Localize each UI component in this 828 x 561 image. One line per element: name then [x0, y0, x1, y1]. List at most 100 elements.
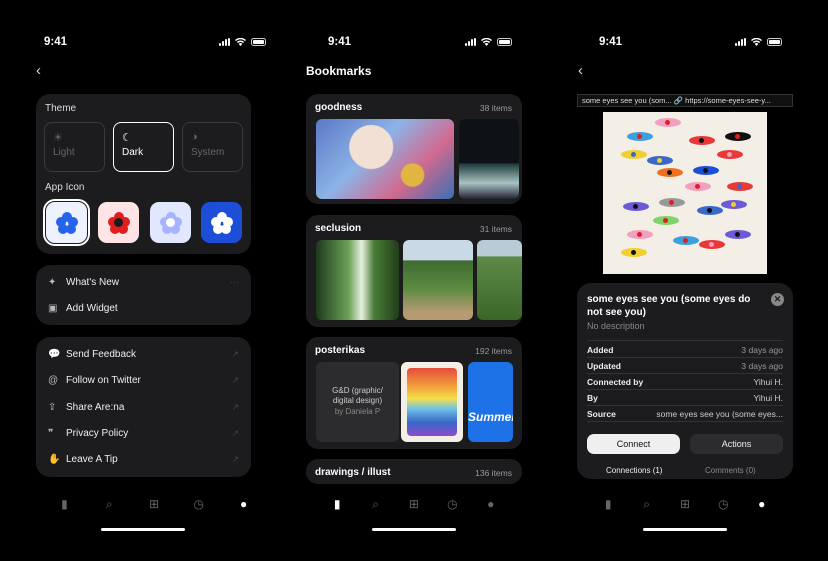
- whats-new-card: ✦ What's New ··· ▣ Add Widget: [36, 265, 251, 325]
- app-icon-lavender-flower[interactable]: [150, 202, 191, 243]
- settings-screen: 9:41 ‹ Theme ☀ Light ☾ Dark ◑ System App…: [36, 0, 272, 561]
- connect-button[interactable]: Connect: [587, 434, 680, 454]
- bookmark-tab-icon[interactable]: ▮: [327, 496, 347, 512]
- at-icon: @: [48, 374, 59, 386]
- ellipsis-icon: ···: [230, 277, 239, 287]
- back-chevron-icon[interactable]: ‹: [36, 62, 41, 79]
- url-bar[interactable]: some eyes see you (som... 🔗 https://some…: [577, 94, 793, 107]
- arrow-up-right-icon: ↗: [231, 374, 239, 385]
- search-tab-icon[interactable]: ⌕: [99, 496, 119, 512]
- block-title: some eyes see you (some eyes do not see …: [587, 294, 751, 318]
- collection-thumbnail: Summer: [468, 362, 513, 442]
- back-chevron-icon[interactable]: ‹: [578, 62, 583, 79]
- menu-item-add-widget[interactable]: ▣ Add Widget: [36, 295, 251, 321]
- hand-icon: ✋: [48, 453, 61, 465]
- add-tab-icon[interactable]: ⊞: [675, 496, 695, 512]
- tab-comments[interactable]: Comments (0): [705, 466, 756, 475]
- menu-item-whats-new[interactable]: ✦ What's New ···: [36, 269, 251, 295]
- appearance-card: Theme ☀ Light ☾ Dark ◑ System App Icon: [36, 94, 251, 254]
- status-bar: 9:41: [296, 36, 532, 50]
- add-tab-icon[interactable]: ⊞: [404, 496, 424, 512]
- tab-bar: ▮ ⌕ ⊞ ◷ ●: [306, 496, 522, 512]
- signal-icon: [219, 38, 230, 46]
- collection-thumbnail: [477, 240, 522, 320]
- theme-label: Theme: [45, 103, 77, 114]
- battery-icon: [251, 38, 266, 46]
- collection-name: goodness: [315, 102, 363, 113]
- app-icon-blue-flower[interactable]: [43, 199, 90, 246]
- sparkle-icon: ✦: [48, 276, 57, 288]
- status-bar: 9:41: [566, 36, 802, 50]
- search-tab-icon[interactable]: ⌕: [637, 496, 657, 512]
- wifi-icon: [235, 38, 246, 46]
- collection-seclusion[interactable]: seclusion 31 items: [306, 215, 522, 327]
- tab-bar: ▮ ⌕ ⊞ ◷ ●: [30, 496, 278, 512]
- collection-count: 38 items: [479, 103, 512, 113]
- menu-item-follow-twitter[interactable]: @ Follow on Twitter ↗: [36, 367, 251, 393]
- search-tab-icon[interactable]: ⌕: [366, 496, 386, 512]
- home-indicator: [643, 528, 727, 531]
- app-icon-red-flower[interactable]: [98, 202, 139, 243]
- flower-icon: [55, 211, 78, 234]
- menu-item-send-feedback[interactable]: 💬 Send Feedback ↗: [36, 341, 251, 367]
- collection-name: drawings / illust: [315, 467, 391, 478]
- flower-icon: [107, 211, 130, 234]
- arrow-up-right-icon: ↗: [231, 453, 239, 464]
- collection-name: posterikas: [315, 345, 366, 356]
- clock-tab-icon[interactable]: ◷: [713, 496, 733, 512]
- theme-option-system[interactable]: ◑ System: [182, 122, 243, 172]
- collection-goodness[interactable]: goodness 38 items: [306, 94, 522, 204]
- menu-item-leave-tip[interactable]: ✋ Leave A Tip ↗: [36, 446, 251, 472]
- collection-drawings[interactable]: drawings / illust 136 items: [306, 459, 522, 484]
- profile-tab-icon[interactable]: ●: [234, 496, 254, 512]
- collection-count: 136 items: [475, 468, 512, 478]
- actions-button[interactable]: Actions: [690, 434, 783, 454]
- signal-icon: [465, 38, 476, 46]
- theme-option-light[interactable]: ☀ Light: [44, 122, 105, 172]
- profile-tab-icon[interactable]: ●: [481, 496, 501, 512]
- sun-icon: ☀: [53, 132, 63, 144]
- collection-thumbnail: [403, 240, 473, 320]
- collection-name: seclusion: [315, 223, 362, 234]
- bookmark-tab-icon[interactable]: ▮: [54, 496, 74, 512]
- status-bar: 9:41: [22, 36, 286, 50]
- arrow-up-right-icon: ↗: [231, 348, 239, 359]
- close-icon[interactable]: ✕: [771, 293, 784, 306]
- chat-bubble-icon: 💬: [48, 348, 61, 360]
- block-description: No description: [587, 321, 645, 331]
- status-time: 9:41: [328, 36, 352, 48]
- app-icon-white-flower[interactable]: [201, 202, 242, 243]
- theme-option-dark[interactable]: ☾ Dark: [113, 122, 174, 172]
- home-indicator: [372, 528, 456, 531]
- moon-icon: ☾: [122, 132, 132, 144]
- wifi-icon: [751, 38, 762, 46]
- signal-icon: [735, 38, 746, 46]
- support-card: 💬 Send Feedback ↗ @ Follow on Twitter ↗ …: [36, 337, 251, 477]
- share-icon: ⇪: [48, 401, 57, 413]
- bookmark-tab-icon[interactable]: ▮: [598, 496, 618, 512]
- wifi-icon: [481, 38, 492, 46]
- arrow-up-right-icon: ↗: [231, 427, 239, 438]
- collection-thumbnail: [316, 119, 454, 199]
- app-icon-label: App Icon: [45, 182, 85, 193]
- flower-icon: [159, 211, 182, 234]
- battery-icon: [497, 38, 512, 46]
- flower-icon: [210, 211, 233, 234]
- arrow-up-right-icon: ↗: [231, 401, 239, 412]
- collection-thumbnail: [401, 362, 463, 442]
- profile-tab-icon[interactable]: ●: [752, 496, 772, 512]
- block-image: [603, 112, 767, 274]
- widget-icon: ▣: [48, 302, 58, 314]
- menu-item-privacy-policy[interactable]: ❞ Privacy Policy ↗: [36, 420, 251, 446]
- clock-tab-icon[interactable]: ◷: [442, 496, 462, 512]
- collection-text-card: G&D (graphic/ digital design) by Daniela…: [316, 362, 399, 442]
- status-time: 9:41: [599, 36, 623, 48]
- clock-tab-icon[interactable]: ◷: [189, 496, 209, 512]
- collection-thumbnail: [459, 119, 519, 199]
- collection-posterikas[interactable]: posterikas 192 items G&D (graphic/ digit…: [306, 337, 522, 449]
- add-tab-icon[interactable]: ⊞: [144, 496, 164, 512]
- status-time: 9:41: [44, 36, 68, 48]
- menu-item-share-arena[interactable]: ⇪ Share Are:na ↗: [36, 394, 251, 420]
- tab-connections[interactable]: Connections (1): [606, 466, 662, 475]
- page-title: Bookmarks: [306, 64, 372, 78]
